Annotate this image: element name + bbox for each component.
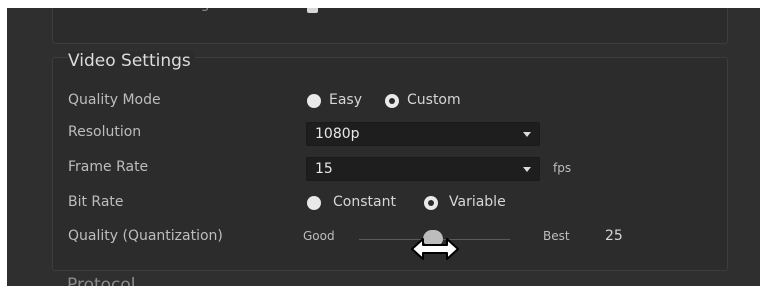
settings-frame: Enable IP Streaming Enabled Video Settin…: [7, 0, 760, 286]
quality-good-label: Good: [303, 229, 335, 243]
resize-horizontal-cursor-icon: [411, 238, 459, 260]
bit-rate-label: Bit Rate: [68, 194, 124, 210]
quality-value: 25: [605, 228, 623, 244]
video-settings-panel: Video Settings Quality Mode Easy Custom …: [52, 51, 728, 271]
quality-mode-label: Quality Mode: [68, 92, 161, 108]
quality-mode-easy-label: Easy: [329, 92, 363, 108]
bit-rate-variable-radio[interactable]: [424, 196, 438, 210]
top-edge: [7, 0, 760, 8]
frame-rate-value: 15: [315, 161, 333, 177]
resolution-label: Resolution: [68, 124, 142, 140]
quality-mode-custom-radio[interactable]: [385, 94, 399, 108]
bit-rate-constant-radio[interactable]: [307, 196, 321, 210]
resolution-value: 1080p: [315, 126, 360, 142]
quality-best-label: Best: [543, 229, 570, 243]
video-settings-title: Video Settings: [68, 51, 195, 71]
chevron-down-icon: [523, 132, 531, 137]
chevron-down-icon: [523, 167, 531, 172]
resolution-select[interactable]: 1080p: [306, 122, 540, 146]
frame-rate-select[interactable]: 15: [306, 157, 540, 181]
quality-mode-custom-label: Custom: [407, 92, 461, 108]
quality-mode-easy-radio[interactable]: [307, 94, 321, 108]
fps-unit: fps: [553, 161, 572, 175]
frame-rate-label: Frame Rate: [68, 159, 149, 175]
bit-rate-variable-label: Variable: [449, 194, 506, 210]
protocol-section-title: Protocol: [67, 275, 136, 286]
bit-rate-constant-label: Constant: [333, 194, 396, 210]
quality-quantization-label: Quality (Quantization): [68, 228, 223, 244]
